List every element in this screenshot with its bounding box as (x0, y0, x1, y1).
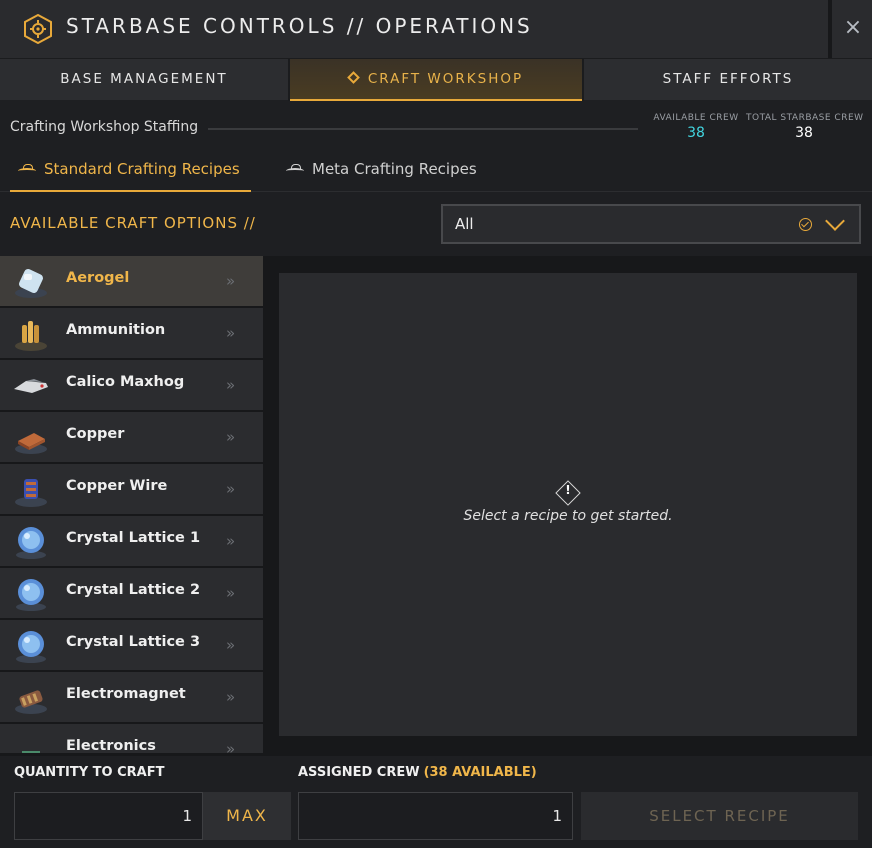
crystal-lattice-icon (16, 631, 46, 663)
electronics-icon (22, 751, 40, 753)
recipe-item[interactable]: Crystal Lattice 3 » (0, 620, 263, 670)
total-crew-stat: TOTAL STARBASE CREW 38 (746, 113, 864, 141)
recipe-name: Ammunition (66, 322, 166, 338)
total-crew-value: 38 (795, 125, 813, 141)
double-chevron-right-icon: » (226, 636, 235, 654)
double-chevron-right-icon: » (226, 584, 235, 602)
staffing-divider (208, 128, 638, 130)
aerogel-icon (15, 269, 47, 298)
tab-standard-recipes-label: Standard Crafting Recipes (44, 160, 240, 178)
recipe-name: Electronics (66, 738, 156, 753)
ship-icon (14, 379, 48, 393)
double-chevron-right-icon: » (226, 740, 235, 753)
copper-wire-icon (15, 479, 47, 507)
double-chevron-right-icon: » (226, 324, 235, 342)
tab-base-management[interactable]: BASE MANAGEMENT (0, 59, 288, 101)
double-chevron-right-icon: » (226, 376, 235, 394)
window-header: STARBASE CONTROLS // OPERATIONS × (0, 0, 872, 58)
assigned-crew-label: ASSIGNED CREW (38 AVAILABLE) (298, 765, 537, 780)
recipe-name: Crystal Lattice 3 (66, 634, 201, 650)
close-button[interactable]: × (838, 10, 868, 46)
recipe-name: Calico Maxhog (66, 374, 185, 390)
quantity-label: QUANTITY TO CRAFT (14, 765, 165, 780)
electromagnet-icon (15, 690, 47, 714)
recipe-tabs: Standard Crafting Recipes Meta Crafting … (0, 154, 872, 192)
recipe-item[interactable]: Copper Wire » (0, 464, 263, 514)
available-crew-label: AVAILABLE CREW (653, 113, 739, 123)
recipe-name: Copper Wire (66, 478, 168, 494)
staffing-label: Crafting Workshop Staffing (10, 119, 199, 135)
empty-state-message: Select a recipe to get started. (463, 508, 673, 524)
recipe-item[interactable]: Electronics » (0, 724, 263, 753)
hat-icon (286, 164, 304, 174)
crystal-lattice-icon (16, 579, 46, 611)
recipe-name: Electromagnet (66, 686, 186, 702)
assigned-crew-text: ASSIGNED CREW (298, 765, 420, 780)
select-recipe-button[interactable]: SELECT RECIPE (581, 792, 858, 840)
window-title: STARBASE CONTROLS // OPERATIONS (66, 14, 533, 38)
double-chevron-right-icon: » (226, 532, 235, 550)
main-tabs: BASE MANAGEMENT CRAFT WORKSHOP STAFF EFF… (0, 58, 872, 101)
starbase-logo-icon (24, 14, 52, 44)
tab-standard-recipes[interactable]: Standard Crafting Recipes (10, 160, 251, 192)
diamond-icon (346, 71, 360, 84)
recipe-item[interactable]: Calico Maxhog » (0, 360, 263, 410)
recipe-item[interactable]: Copper » (0, 412, 263, 462)
recipe-detail-panel: ! Select a recipe to get started. (279, 273, 857, 736)
total-crew-label: TOTAL STARBASE CREW (746, 113, 864, 123)
recipe-name: Copper (66, 426, 125, 442)
filter-dropdown[interactable]: All (441, 204, 861, 244)
recipe-item[interactable]: Electromagnet » (0, 672, 263, 722)
chevron-down-icon (825, 211, 845, 231)
double-chevron-right-icon: » (226, 428, 235, 446)
recipe-item[interactable]: Aerogel » (0, 256, 263, 306)
recipe-name: Crystal Lattice 2 (66, 582, 201, 598)
available-crew-value: 38 (687, 125, 705, 141)
max-button[interactable]: MAX (203, 792, 291, 840)
double-chevron-right-icon: » (226, 480, 235, 498)
assigned-crew-input[interactable] (298, 792, 573, 840)
recipe-list[interactable]: Aerogel » Ammunition » Calico Maxhog » C… (0, 256, 263, 753)
crew-available-text: (38 AVAILABLE) (423, 765, 537, 780)
recipe-item[interactable]: Crystal Lattice 1 » (0, 516, 263, 566)
ammunition-icon (15, 321, 47, 351)
tab-meta-recipes[interactable]: Meta Crafting Recipes (278, 160, 498, 192)
check-circle-icon (799, 218, 812, 231)
double-chevron-right-icon: » (226, 688, 235, 706)
crystal-lattice-icon (16, 527, 46, 559)
double-chevron-right-icon: » (226, 272, 235, 290)
tab-meta-recipes-label: Meta Crafting Recipes (312, 160, 477, 178)
available-crew-stat: AVAILABLE CREW 38 (652, 113, 740, 141)
filter-value: All (455, 215, 474, 233)
exclamation-icon: ! (565, 483, 571, 497)
recipe-name: Aerogel (66, 270, 130, 286)
quantity-input[interactable] (14, 792, 203, 840)
tab-staff-efforts[interactable]: STAFF EFFORTS (584, 59, 872, 101)
header-divider (828, 0, 832, 58)
recipe-item[interactable]: Ammunition » (0, 308, 263, 358)
tab-craft-workshop[interactable]: CRAFT WORKSHOP (290, 59, 582, 101)
copper-icon (15, 433, 47, 454)
craft-options-label: AVAILABLE CRAFT OPTIONS // (10, 214, 256, 232)
hat-icon (18, 164, 36, 174)
recipe-name: Crystal Lattice 1 (66, 530, 201, 546)
tab-craft-workshop-label: CRAFT WORKSHOP (367, 71, 524, 87)
recipe-item[interactable]: Crystal Lattice 2 » (0, 568, 263, 618)
